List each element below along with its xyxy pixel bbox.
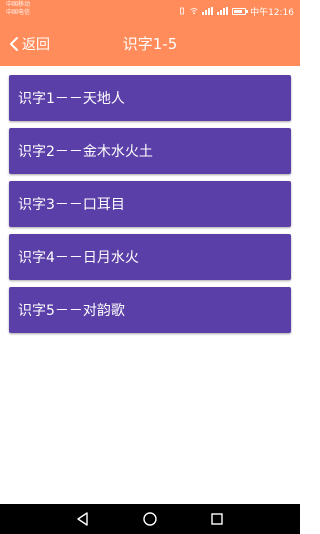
carrier-1: 中国移动 bbox=[6, 1, 31, 8]
lesson-list: 识字1－－天地人 识字2－－金木水火土 识字3－－口耳目 识字4－－日月水火 识… bbox=[9, 75, 291, 340]
carrier-2: 中国电信 bbox=[6, 9, 31, 16]
circle-home-icon[interactable] bbox=[142, 511, 158, 527]
list-item-4[interactable]: 识字4－－日月水火 bbox=[9, 234, 291, 280]
toolbar: 返回 识字1-5 bbox=[0, 22, 300, 66]
list-item-3[interactable]: 识字3－－口耳目 bbox=[9, 181, 291, 227]
carrier-info: 中国移动 中国电信 bbox=[6, 1, 30, 17]
status-icons: 中午12:16 bbox=[178, 4, 294, 18]
status-time: 中午12:16 bbox=[250, 7, 294, 18]
signal-icon bbox=[202, 7, 214, 15]
wifi-icon bbox=[190, 8, 198, 15]
navigation-bar bbox=[0, 504, 300, 534]
signal-2-icon bbox=[217, 7, 229, 15]
battery-icon bbox=[232, 7, 249, 15]
list-item-5[interactable]: 识字5－－对韵歌 bbox=[9, 287, 291, 333]
status-bar: 中国移动 中国电信 中午12:16 bbox=[0, 0, 300, 22]
vibrate-icon bbox=[180, 7, 184, 15]
triangle-back-icon[interactable] bbox=[75, 511, 91, 527]
list-item-1[interactable]: 识字1－－天地人 bbox=[9, 75, 291, 121]
page-title: 识字1-5 bbox=[122, 35, 178, 53]
square-recent-icon[interactable] bbox=[209, 511, 225, 527]
list-item-2[interactable]: 识字2－－金木水火土 bbox=[9, 128, 291, 174]
